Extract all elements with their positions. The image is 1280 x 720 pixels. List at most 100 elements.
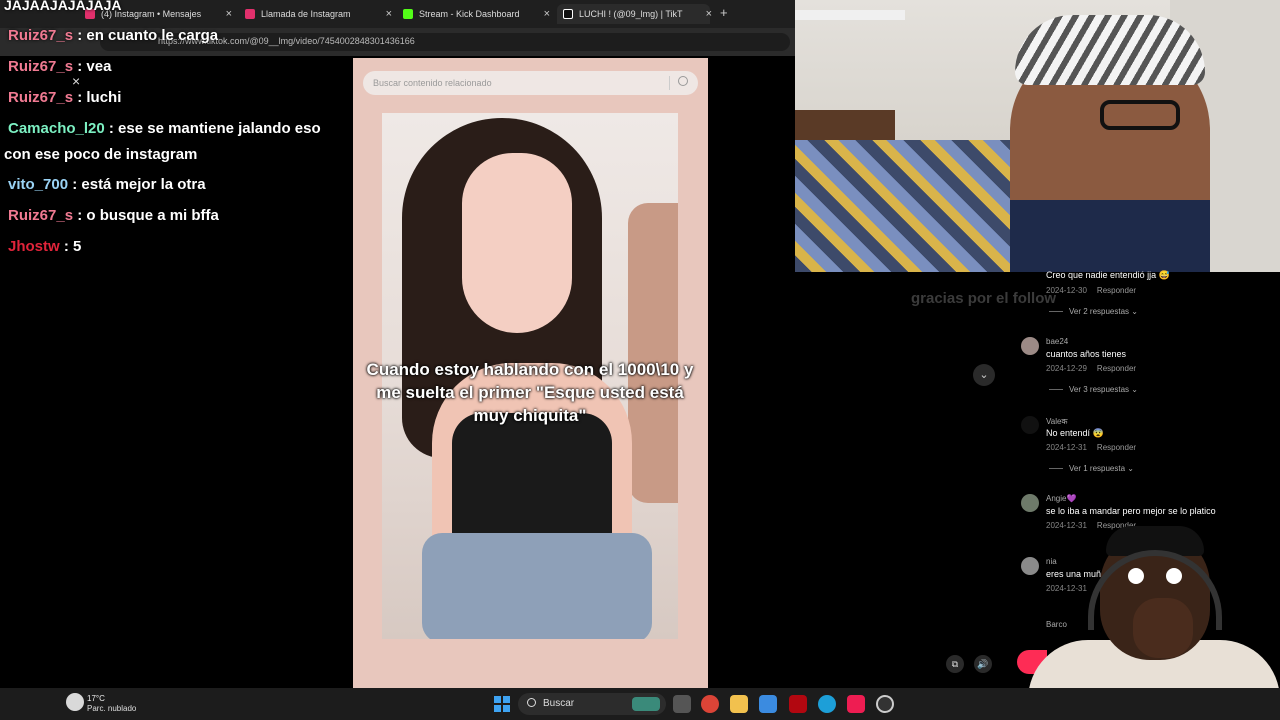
weather-temperature[interactable]: 17°C	[87, 694, 105, 703]
chat-message: vito_700 : está mejor la otra	[8, 176, 206, 193]
avatar[interactable]	[1021, 337, 1039, 355]
chrome-icon[interactable]	[701, 695, 719, 713]
windows-start-icon[interactable]	[494, 696, 510, 712]
streamer-webcam	[795, 0, 1280, 272]
comment-author[interactable]: Valeक	[1046, 416, 1068, 427]
view-replies-label: Ver 2 respuestas	[1069, 307, 1130, 316]
webcam-cap	[1015, 15, 1205, 85]
chat-message: Jhostw : 5	[8, 238, 81, 255]
tab-tiktok[interactable]: LUCHI ! (@09_lmg) | TikT ×	[557, 4, 712, 24]
comment-meta: 2024-12-31 Responder	[1046, 443, 1136, 452]
chat-username: Jhostw	[8, 238, 60, 255]
comment-author[interactable]: bae24	[1046, 337, 1068, 346]
divider	[1049, 311, 1063, 313]
related-search-input[interactable]: Buscar contenido relacionado	[363, 71, 698, 95]
weather-icon[interactable]	[66, 693, 84, 711]
divider	[1049, 468, 1063, 470]
chat-message: Ruiz67_s : o busque a mi bffa	[8, 207, 219, 224]
chat-username: vito_700	[8, 176, 69, 193]
avatar[interactable]	[1021, 416, 1039, 434]
comment-author[interactable]: Angie💜	[1046, 494, 1076, 503]
webcam-shelf	[795, 10, 905, 20]
taskbar: 17°C Parc. nublado Buscar	[0, 688, 1280, 720]
chevron-down-icon[interactable]: ⌄	[973, 364, 995, 386]
chat-username: Camacho_l20	[8, 120, 105, 137]
tab-title: LUCHI ! (@09_lmg) | TikT	[579, 9, 683, 19]
close-icon[interactable]: ×	[226, 8, 232, 20]
close-icon[interactable]: ×	[706, 8, 712, 20]
comment-meta: 2024-12-29 Responder	[1046, 364, 1136, 373]
taskbar-search[interactable]: Buscar	[518, 693, 666, 715]
tab-kick-dashboard[interactable]: Stream - Kick Dashboard ×	[403, 4, 550, 24]
reaction-hands	[1133, 598, 1193, 658]
tiktok-app-icon[interactable]	[847, 695, 865, 713]
view-replies-button[interactable]: Ver 3 respuestas ⌄	[1049, 385, 1138, 394]
search-icon[interactable]	[678, 76, 688, 86]
video-caption: Cuando estoy hablando con el 1000\10 y m…	[366, 360, 694, 425]
comment-date: 2024-12-31	[1046, 443, 1087, 452]
webcam-glasses	[1100, 100, 1180, 130]
chat-message: Ruiz67_s : luchi	[8, 89, 121, 106]
tab-instagram-call[interactable]: Llamada de Instagram ×	[245, 4, 392, 24]
avatar[interactable]	[1021, 494, 1039, 512]
chat-text: : vea	[77, 58, 112, 75]
chat-username: Ruiz67_s	[8, 207, 74, 224]
kick-icon	[403, 9, 413, 19]
close-icon[interactable]: ×	[72, 73, 80, 89]
chat-text: : está mejor la otra	[72, 176, 206, 193]
view-replies-label: Ver 3 respuestas	[1069, 385, 1130, 394]
follow-alert-text: gracias por el follow	[911, 290, 1057, 307]
new-tab-button[interactable]: +	[720, 5, 728, 20]
chat-message: Camacho_l20 : ese se mantiene jalando es…	[4, 116, 334, 168]
comment-text: se lo iba a mandar pero mejor se lo plat…	[1046, 506, 1216, 516]
chat-text: : en cuanto le carga	[77, 27, 219, 44]
file-explorer-icon[interactable]	[730, 695, 748, 713]
comment-date: 2024-12-29	[1046, 364, 1087, 373]
comment-text: No entendí 😨	[1046, 428, 1104, 438]
video-background-chair	[628, 203, 678, 503]
chat-top-message: JAJAAJAJAJAJA	[4, 0, 122, 13]
weather-description[interactable]: Parc. nublado	[87, 704, 136, 713]
video-subject-shorts	[422, 533, 652, 639]
divider	[1049, 389, 1063, 391]
pip-icon[interactable]: ⧉	[946, 655, 964, 673]
comment-text: cuantos años tienes	[1046, 349, 1127, 359]
webcam-shirt	[1010, 200, 1210, 272]
chat-text: : o busque a mi bffa	[77, 207, 219, 224]
copilot-icon[interactable]	[759, 695, 777, 713]
reaction-eye	[1166, 568, 1182, 584]
edge-icon[interactable]	[818, 695, 836, 713]
reply-button[interactable]: Responder	[1097, 286, 1136, 295]
comment-meta: 2024-12-30 Responder	[1046, 286, 1136, 295]
netflix-icon[interactable]	[789, 695, 807, 713]
chat-username: Ruiz67_s	[8, 58, 74, 75]
tiktok-icon	[563, 9, 573, 19]
tab-title: Llamada de Instagram	[261, 9, 351, 19]
view-replies-label: Ver 1 respuesta	[1069, 464, 1126, 473]
chat-username: Ruiz67_s	[8, 27, 74, 44]
tab-title: Stream - Kick Dashboard	[419, 9, 520, 19]
reply-button[interactable]: Responder	[1097, 443, 1136, 452]
view-replies-button[interactable]: Ver 2 respuestas ⌄	[1049, 307, 1138, 316]
task-view-icon[interactable]	[673, 695, 691, 713]
chat-text: : luchi	[77, 89, 122, 106]
reply-button[interactable]: Responder	[1097, 364, 1136, 373]
comment-date: 2024-12-30	[1046, 286, 1087, 295]
view-replies-button[interactable]: Ver 1 respuesta ⌄	[1049, 464, 1134, 473]
search-icon	[527, 698, 536, 707]
reaction-eye	[1128, 568, 1144, 584]
instagram-icon	[245, 9, 255, 19]
comment-text: Creo que nadie entendió jja 😅	[1046, 270, 1170, 280]
volume-icon[interactable]: 🔊	[974, 655, 992, 673]
taskbar-search-label: Buscar	[543, 698, 575, 709]
divider	[669, 76, 670, 90]
search-highlight-icon	[632, 697, 660, 711]
obs-icon[interactable]	[876, 695, 894, 713]
video-subject-face	[462, 153, 572, 333]
close-icon[interactable]: ×	[386, 8, 392, 20]
search-placeholder: Buscar contenido relacionado	[373, 78, 492, 88]
close-icon[interactable]: ×	[544, 8, 550, 20]
chat-message: Ruiz67_s : vea	[8, 58, 111, 75]
chat-text: : 5	[63, 238, 82, 255]
chat-username: Ruiz67_s	[8, 89, 74, 106]
